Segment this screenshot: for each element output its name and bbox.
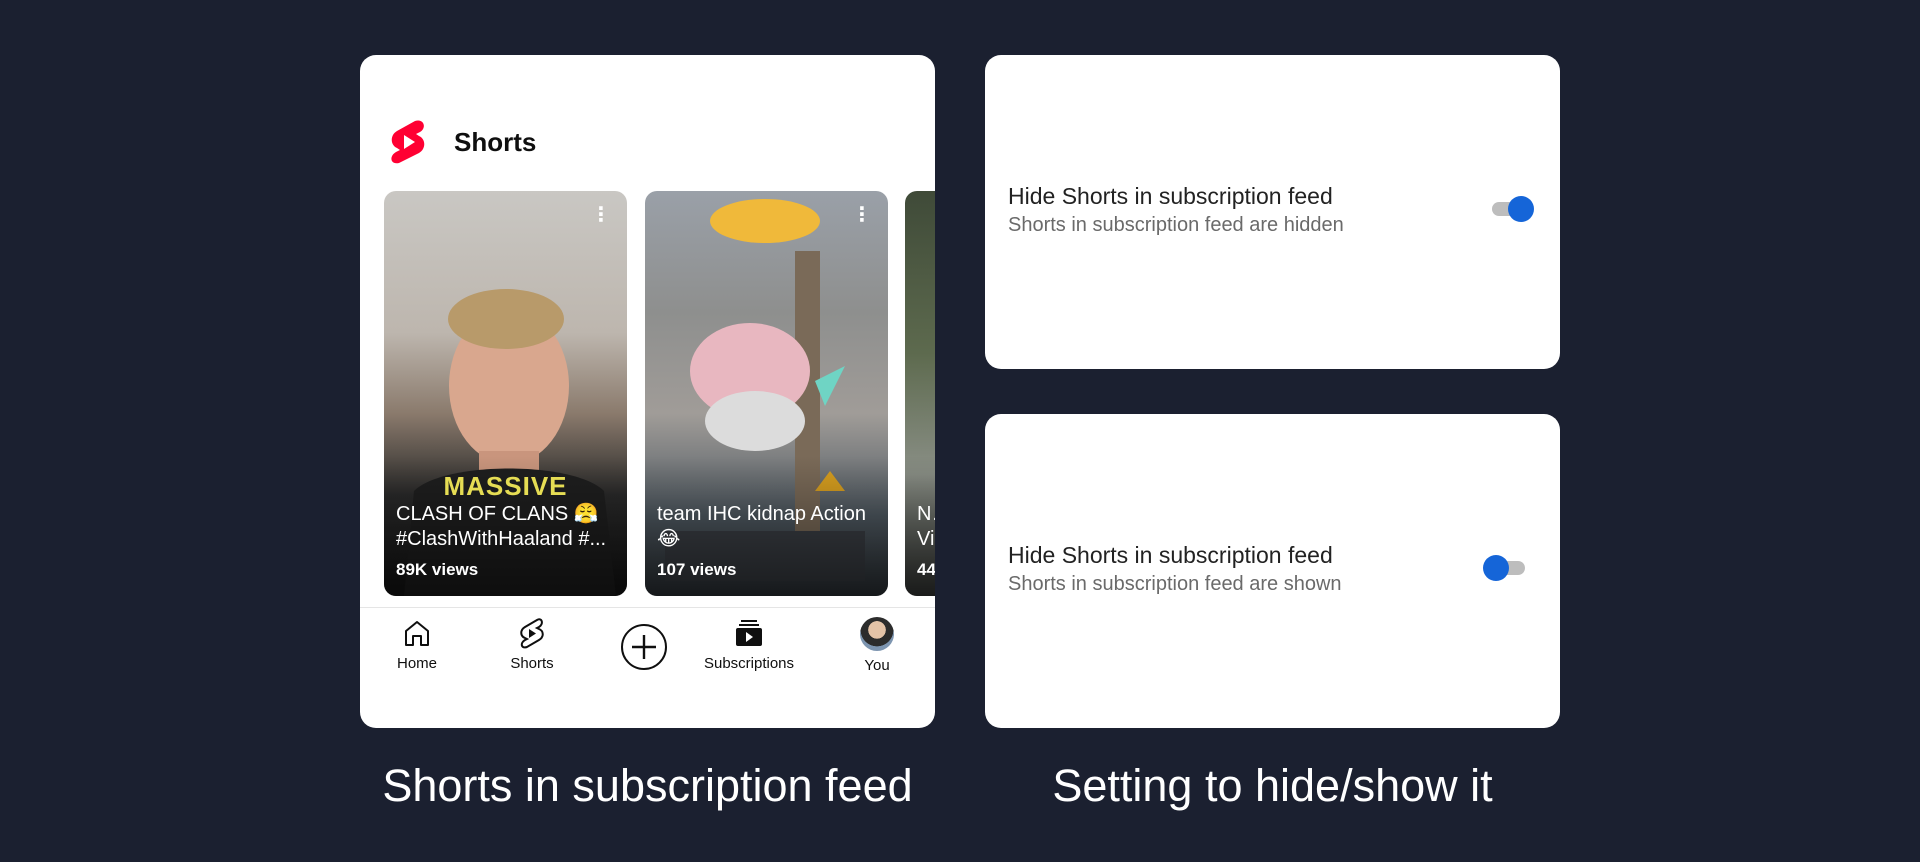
caption-left: Shorts in subscription feed	[382, 760, 913, 811]
subscriptions-icon	[736, 620, 762, 646]
nav-subscriptions-label: Subscriptions	[703, 655, 795, 672]
short-title: N… Vi…	[917, 503, 935, 550]
nav-you[interactable]: You	[827, 617, 927, 674]
short-title: CLASH OF CLANS 😤 #ClashWithHaaland #...	[396, 503, 607, 550]
nav-home[interactable]: Home	[367, 617, 467, 672]
plus-circle-icon	[621, 624, 667, 670]
setting-title: Hide Shorts in subscription feed	[1008, 183, 1333, 209]
short-views: 89K views	[396, 560, 479, 579]
home-icon	[405, 621, 429, 646]
nav-subscriptions[interactable]: Subscriptions	[689, 617, 809, 672]
setting-text: Hide Shorts in subscription feed Shorts …	[1008, 540, 1342, 598]
short-tile-partial[interactable]: N… Vi… 44…	[905, 191, 935, 596]
toggle-thumb	[1508, 196, 1534, 222]
setting-subtitle: Shorts in subscription feed are shown	[1008, 573, 1342, 595]
more-options-icon[interactable]: ⋮	[591, 205, 611, 225]
shorts-shelf-card: Shorts ⋮ MASSIVE CLASH OF CLANS 😤 #Clash…	[360, 55, 935, 728]
avatar	[860, 617, 894, 651]
thumbnail-overlay-text: MASSIVE	[443, 471, 568, 501]
nav-shorts-label: Shorts	[510, 655, 554, 672]
nav-divider	[360, 607, 935, 608]
more-options-icon[interactable]: ⋮	[852, 205, 872, 225]
hide-shorts-toggle-on[interactable]	[1492, 195, 1534, 223]
short-tile[interactable]: ⋮ team IHC kidnap Action 😂 107 views	[645, 191, 888, 596]
setting-text: Hide Shorts in subscription feed Shorts …	[1008, 181, 1344, 239]
setting-card-shown: Hide Shorts in subscription feed Shorts …	[985, 414, 1560, 728]
shelf-header: Shorts	[388, 119, 536, 165]
nav-home-label: Home	[396, 655, 437, 672]
short-views: 107 views	[657, 560, 737, 579]
shelf-title: Shorts	[454, 126, 537, 157]
youtube-shorts-logo-icon	[391, 120, 425, 164]
setting-card-hidden: Hide Shorts in subscription feed Shorts …	[985, 55, 1560, 369]
setting-title: Hide Shorts in subscription feed	[1008, 542, 1333, 568]
setting-subtitle: Shorts in subscription feed are hidden	[1008, 214, 1344, 236]
shorts-icon	[520, 618, 544, 649]
short-tile[interactable]: ⋮ MASSIVE CLASH OF CLANS 😤 #ClashWithHaa…	[384, 191, 627, 596]
nav-shorts[interactable]: Shorts	[482, 617, 582, 672]
hide-shorts-toggle-off[interactable]	[1483, 554, 1525, 582]
bottom-navigation: Home Shorts Subscriptions You	[360, 617, 935, 687]
caption-right: Setting to hide/show it	[1052, 760, 1493, 811]
short-views: 44…	[917, 560, 935, 579]
toggle-thumb	[1483, 555, 1509, 581]
short-title: team IHC kidnap Action 😂	[657, 503, 866, 550]
nav-you-label: You	[864, 657, 890, 674]
create-button[interactable]	[594, 623, 694, 671]
